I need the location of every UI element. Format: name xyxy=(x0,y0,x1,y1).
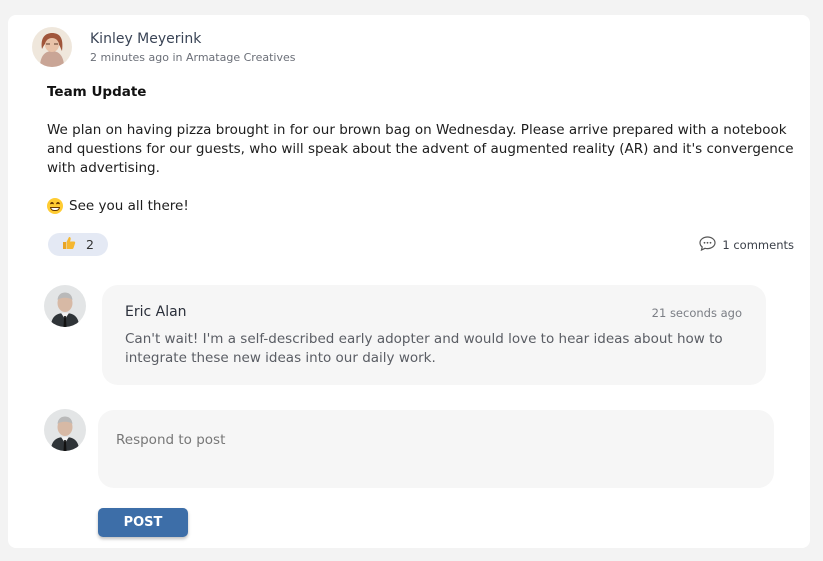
post-card: Kinley Meyerink 2 minutes ago in Armatag… xyxy=(8,15,810,548)
post-closing: See you all there! xyxy=(47,198,189,214)
reaction-count: 2 xyxy=(86,237,94,252)
post-button[interactable]: POST xyxy=(98,508,188,537)
post-body: We plan on having pizza brought in for o… xyxy=(47,122,794,176)
post-meta: 2 minutes ago in Armatage Creatives xyxy=(90,51,296,64)
grinning-face-icon xyxy=(47,198,63,214)
thumbs-up-icon xyxy=(62,236,76,253)
post-closing-text: See you all there! xyxy=(69,198,189,214)
comment-author-name[interactable]: Eric Alan xyxy=(125,304,187,320)
like-reaction-button[interactable]: 2 xyxy=(48,233,108,256)
reply-input[interactable] xyxy=(98,410,774,488)
comment-text: Can't wait! I'm a self-described early a… xyxy=(125,331,723,366)
comments-link[interactable]: 1 comments xyxy=(699,236,794,254)
post-title: Team Update xyxy=(47,84,147,100)
author-name[interactable]: Kinley Meyerink xyxy=(90,31,201,47)
comments-count-label: 1 comments xyxy=(722,238,794,252)
commenter-avatar[interactable] xyxy=(44,285,86,327)
comment-item: Eric Alan 21 seconds ago Can't wait! I'm… xyxy=(102,285,766,385)
author-avatar[interactable] xyxy=(32,27,72,67)
comment-bubble-icon xyxy=(699,236,716,254)
current-user-avatar xyxy=(44,409,86,451)
comment-timestamp: 21 seconds ago xyxy=(651,306,742,320)
